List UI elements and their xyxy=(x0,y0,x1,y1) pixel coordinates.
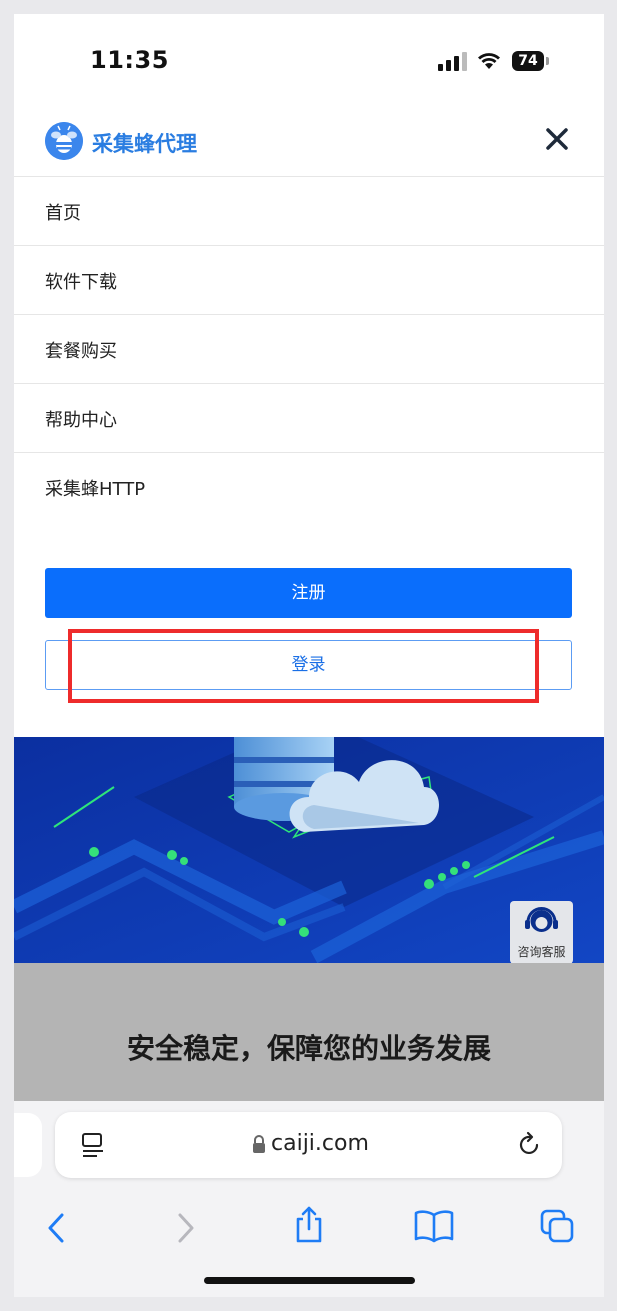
menu-item-http[interactable]: 采集蜂HTTP xyxy=(14,453,604,521)
menu-item-help[interactable]: 帮助中心 xyxy=(14,384,604,453)
close-icon[interactable] xyxy=(542,124,572,154)
menu-item-label: 帮助中心 xyxy=(45,410,117,431)
bookmarks-icon[interactable] xyxy=(414,1209,454,1243)
phone-screen: 11:35 74 采集蜂代理 首页 软件下载 套餐购买 帮助中心 采集蜂HTTP… xyxy=(14,14,604,1297)
menu-item-packages[interactable]: 套餐购买 xyxy=(14,315,604,384)
tabs-icon[interactable] xyxy=(540,1209,576,1245)
bee-logo-icon xyxy=(45,122,83,160)
site-header: 采集蜂代理 xyxy=(14,108,604,177)
customer-service-button[interactable]: 咨询客服 xyxy=(510,901,573,964)
login-highlight-box xyxy=(68,629,539,703)
menu-item-label: 软件下载 xyxy=(45,272,117,293)
status-bar: 11:35 74 xyxy=(14,14,604,108)
lock-icon xyxy=(253,1135,265,1153)
battery-icon: 74 xyxy=(512,51,544,71)
reader-mode-icon[interactable] xyxy=(81,1132,107,1160)
features-section: 安全稳定，保障您的业务发展 xyxy=(14,963,604,1103)
home-indicator xyxy=(204,1277,415,1284)
brand-name: 采集蜂代理 xyxy=(92,132,197,156)
customer-service-label: 咨询客服 xyxy=(517,945,566,959)
menu-item-download[interactable]: 软件下载 xyxy=(14,246,604,315)
register-button[interactable]: 注册 xyxy=(45,568,572,618)
headset-icon xyxy=(525,907,558,932)
previous-tab-preview[interactable] xyxy=(14,1113,42,1177)
menu-item-label: 首页 xyxy=(45,203,81,224)
back-icon[interactable] xyxy=(44,1211,70,1245)
browser-bottom-bar: caiji.com xyxy=(14,1101,604,1297)
reload-icon[interactable] xyxy=(517,1131,543,1159)
menu-item-label: 套餐购买 xyxy=(45,341,117,362)
status-time: 11:35 xyxy=(90,46,169,74)
section-tagline: 安全稳定，保障您的业务发展 xyxy=(126,1032,491,1065)
url-text: caiji.com xyxy=(271,1131,369,1156)
cellular-signal-icon xyxy=(438,52,467,71)
menu-item-home[interactable]: 首页 xyxy=(14,177,604,246)
share-icon[interactable] xyxy=(294,1205,324,1245)
menu-item-label: 采集蜂HTTP xyxy=(45,479,146,500)
forward-icon[interactable] xyxy=(172,1211,198,1245)
address-bar[interactable]: caiji.com xyxy=(55,1112,562,1178)
wifi-icon xyxy=(478,53,500,69)
battery-nub xyxy=(546,57,549,65)
